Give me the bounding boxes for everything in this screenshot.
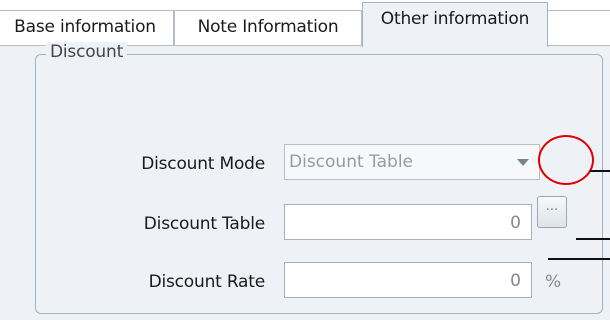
discount-rate-label: Discount Rate: [148, 272, 266, 292]
discount-rate-value: 0: [510, 271, 521, 291]
discount-table-browse-button[interactable]: ...: [537, 196, 567, 228]
percent-unit-label: %: [545, 272, 562, 292]
discount-mode-combobox[interactable]: Discount Table: [284, 144, 540, 180]
discount-group-legend: Discount: [46, 42, 128, 62]
pointer-line: [590, 170, 610, 172]
discount-table-value: 0: [510, 213, 521, 233]
discount-rate-field[interactable]: 0: [284, 262, 532, 298]
tab-base-information[interactable]: Base information: [0, 10, 174, 46]
tab-label: Base information: [14, 17, 156, 37]
tab-other-information[interactable]: Other information: [362, 2, 548, 47]
discount-mode-value: Discount Table: [289, 152, 413, 172]
tab-strip-filler: [548, 10, 610, 46]
dropdown-arrow-icon[interactable]: [517, 159, 529, 166]
ellipsis-icon: ...: [545, 199, 559, 214]
tab-label: Other information: [380, 9, 530, 29]
pointer-line: [576, 238, 610, 240]
tab-label: Note Information: [197, 17, 339, 37]
tab-strip: Base information Note Information Other …: [0, 0, 610, 47]
discount-mode-label: Discount Mode: [141, 154, 265, 174]
tab-note-information[interactable]: Note Information: [174, 10, 362, 46]
pointer-line: [548, 258, 610, 260]
highlight-circle: [538, 135, 594, 185]
discount-table-label: Discount Table: [143, 214, 265, 234]
discount-table-field[interactable]: 0: [284, 204, 532, 240]
